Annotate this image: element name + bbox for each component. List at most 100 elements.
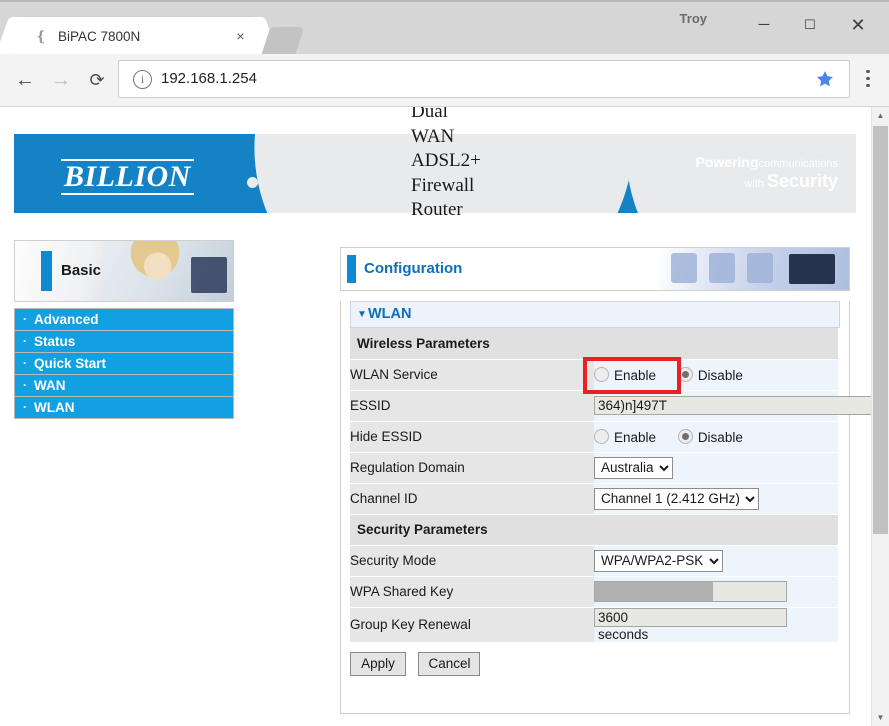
product-description: Dual WAN ADSL2+ Firewall Router bbox=[411, 107, 481, 223]
row-wlan-service: WLAN Service Enable Disable bbox=[350, 359, 838, 390]
banner-tagline: Poweringcommunications with Security bbox=[696, 154, 839, 191]
form-actions: Apply Cancel bbox=[350, 652, 849, 676]
group-key-renewal-value: seconds bbox=[594, 607, 838, 642]
chevron-down-icon[interactable]: ▼ bbox=[357, 302, 367, 327]
bookmark-star-icon[interactable] bbox=[815, 69, 835, 89]
page-scrollbar[interactable]: ▲ ▼ bbox=[871, 107, 889, 726]
configuration-panel: Configuration ▼ WLAN Wireless Parameters… bbox=[340, 247, 850, 714]
minimize-button[interactable]: ─ bbox=[741, 2, 787, 48]
sidebar-header-accent bbox=[41, 251, 52, 291]
site-info-icon[interactable]: i bbox=[133, 70, 152, 89]
sidebar-item-wan[interactable]: · WAN bbox=[14, 375, 234, 397]
wlan-service-disable-label: Disable bbox=[698, 368, 743, 383]
bullet-icon: · bbox=[23, 309, 27, 330]
security-mode-label: Security Mode bbox=[350, 545, 594, 576]
sidebar-item-advanced[interactable]: · Advanced bbox=[14, 308, 234, 331]
page-viewport: BILLION Poweringcommunications with Secu… bbox=[0, 107, 889, 726]
redaction-mask bbox=[595, 582, 713, 601]
wlan-service-enable-option[interactable]: Enable bbox=[594, 368, 656, 383]
cancel-button[interactable]: Cancel bbox=[418, 652, 480, 676]
section-wlan[interactable]: ▼ WLAN bbox=[350, 301, 840, 328]
back-icon[interactable]: ← bbox=[12, 67, 38, 93]
hide-essid-enable-option[interactable]: Enable bbox=[594, 430, 656, 445]
hide-essid-disable-label: Disable bbox=[698, 430, 743, 445]
billion-logo: BILLION bbox=[61, 159, 194, 195]
bullet-icon: · bbox=[23, 375, 27, 396]
channel-id-select[interactable]: Channel 1 (2.412 GHz) bbox=[594, 488, 759, 510]
url-text: 192.168.1.254 bbox=[161, 69, 257, 89]
browser-window: ❴ BiPAC 7800N × Troy ─ ☐ ✕ ← → ⟳ i 192.1… bbox=[0, 0, 889, 726]
section-label: WLAN bbox=[368, 302, 412, 327]
row-wpa-shared-key: WPA Shared Key bbox=[350, 576, 838, 607]
product-line-3: Firewall bbox=[411, 174, 481, 199]
scrollbar-thumb[interactable] bbox=[873, 126, 888, 534]
banner-dot-right bbox=[652, 169, 663, 180]
regulation-domain-select[interactable]: Australia bbox=[594, 457, 673, 479]
row-group-key-renewal: Group Key Renewal seconds bbox=[350, 607, 838, 642]
wlan-service-disable-option[interactable]: Disable bbox=[678, 368, 743, 383]
product-line-2: ADSL2+ bbox=[411, 149, 481, 174]
radio-icon[interactable] bbox=[594, 429, 609, 444]
radio-icon[interactable] bbox=[594, 367, 609, 382]
regulation-domain-label: Regulation Domain bbox=[350, 452, 594, 483]
sidebar-menu: · Advanced · Status · Quick Start · WAN … bbox=[14, 308, 234, 419]
security-mode-value: WPA/WPA2-PSK bbox=[594, 545, 838, 576]
group-header-security-label: Security Parameters bbox=[350, 514, 838, 545]
sidebar-header-photo bbox=[103, 241, 233, 301]
browser-menu-icon[interactable] bbox=[858, 66, 878, 90]
tab-title: BiPAC 7800N bbox=[58, 28, 208, 45]
banner-dot-left bbox=[247, 177, 258, 188]
apply-button[interactable]: Apply bbox=[350, 652, 406, 676]
product-line-1: WAN bbox=[411, 125, 481, 150]
maximize-button[interactable]: ☐ bbox=[787, 2, 833, 48]
sidebar-item-label: WLAN bbox=[34, 397, 75, 418]
sidebar-header-basic[interactable]: Basic bbox=[14, 240, 234, 302]
reload-icon[interactable]: ⟳ bbox=[84, 67, 110, 93]
browser-tab[interactable]: ❴ BiPAC 7800N × bbox=[14, 17, 260, 56]
sidebar-item-wlan[interactable]: · WLAN bbox=[14, 397, 234, 419]
hide-essid-label: Hide ESSID bbox=[350, 421, 594, 452]
hide-essid-disable-option[interactable]: Disable bbox=[678, 430, 743, 445]
security-mode-select[interactable]: WPA/WPA2-PSK bbox=[594, 550, 723, 572]
window-close-button[interactable]: ✕ bbox=[835, 2, 881, 48]
forward-icon[interactable]: → bbox=[48, 67, 74, 93]
profile-name[interactable]: Troy bbox=[680, 10, 707, 28]
tab-close-icon[interactable]: × bbox=[232, 28, 249, 45]
page-title: Configuration bbox=[364, 259, 462, 279]
wpa-shared-key-input[interactable] bbox=[594, 581, 787, 602]
essid-input[interactable] bbox=[594, 396, 886, 415]
address-bar[interactable]: i 192.168.1.254 bbox=[118, 60, 850, 98]
scroll-down-icon[interactable]: ▼ bbox=[872, 709, 889, 726]
essid-value bbox=[594, 390, 838, 421]
sidebar: Basic · Advanced · Status · Quick Start … bbox=[14, 240, 234, 419]
radio-icon-selected[interactable] bbox=[678, 367, 693, 382]
channel-id-label: Channel ID bbox=[350, 483, 594, 514]
group-header-wireless-label: Wireless Parameters bbox=[350, 328, 838, 359]
row-security-mode: Security Mode WPA/WPA2-PSK bbox=[350, 545, 838, 576]
group-header-wireless: Wireless Parameters bbox=[350, 328, 838, 359]
wpa-shared-key-value bbox=[594, 576, 838, 607]
sidebar-item-label: WAN bbox=[34, 375, 66, 396]
group-key-renewal-input[interactable] bbox=[594, 608, 787, 627]
tagline-communications: communications bbox=[759, 158, 838, 170]
product-line-0: Dual bbox=[411, 107, 481, 125]
bullet-icon: · bbox=[23, 397, 27, 418]
scroll-up-icon[interactable]: ▲ bbox=[872, 107, 889, 124]
tagline-with: with bbox=[744, 178, 764, 190]
wlan-service-label: WLAN Service bbox=[350, 359, 594, 390]
essid-label: ESSID bbox=[350, 390, 594, 421]
channel-id-value: Channel 1 (2.412 GHz) bbox=[594, 483, 838, 514]
tagline-security: Security bbox=[767, 171, 838, 191]
hide-essid-enable-label: Enable bbox=[614, 430, 656, 445]
sidebar-item-status[interactable]: · Status bbox=[14, 331, 234, 353]
sidebar-item-quick-start[interactable]: · Quick Start bbox=[14, 353, 234, 375]
sidebar-item-label: Status bbox=[34, 331, 75, 352]
wlan-form: Wireless Parameters WLAN Service Enable … bbox=[350, 328, 838, 643]
wpa-shared-key-label: WPA Shared Key bbox=[350, 576, 594, 607]
regulation-domain-value: Australia bbox=[594, 452, 838, 483]
tagline-powering: Powering bbox=[696, 154, 759, 170]
radio-icon-selected[interactable] bbox=[678, 429, 693, 444]
wlan-service-value: Enable Disable bbox=[594, 359, 838, 390]
hide-essid-value: Enable Disable bbox=[594, 421, 838, 452]
new-tab-button[interactable] bbox=[262, 27, 305, 54]
